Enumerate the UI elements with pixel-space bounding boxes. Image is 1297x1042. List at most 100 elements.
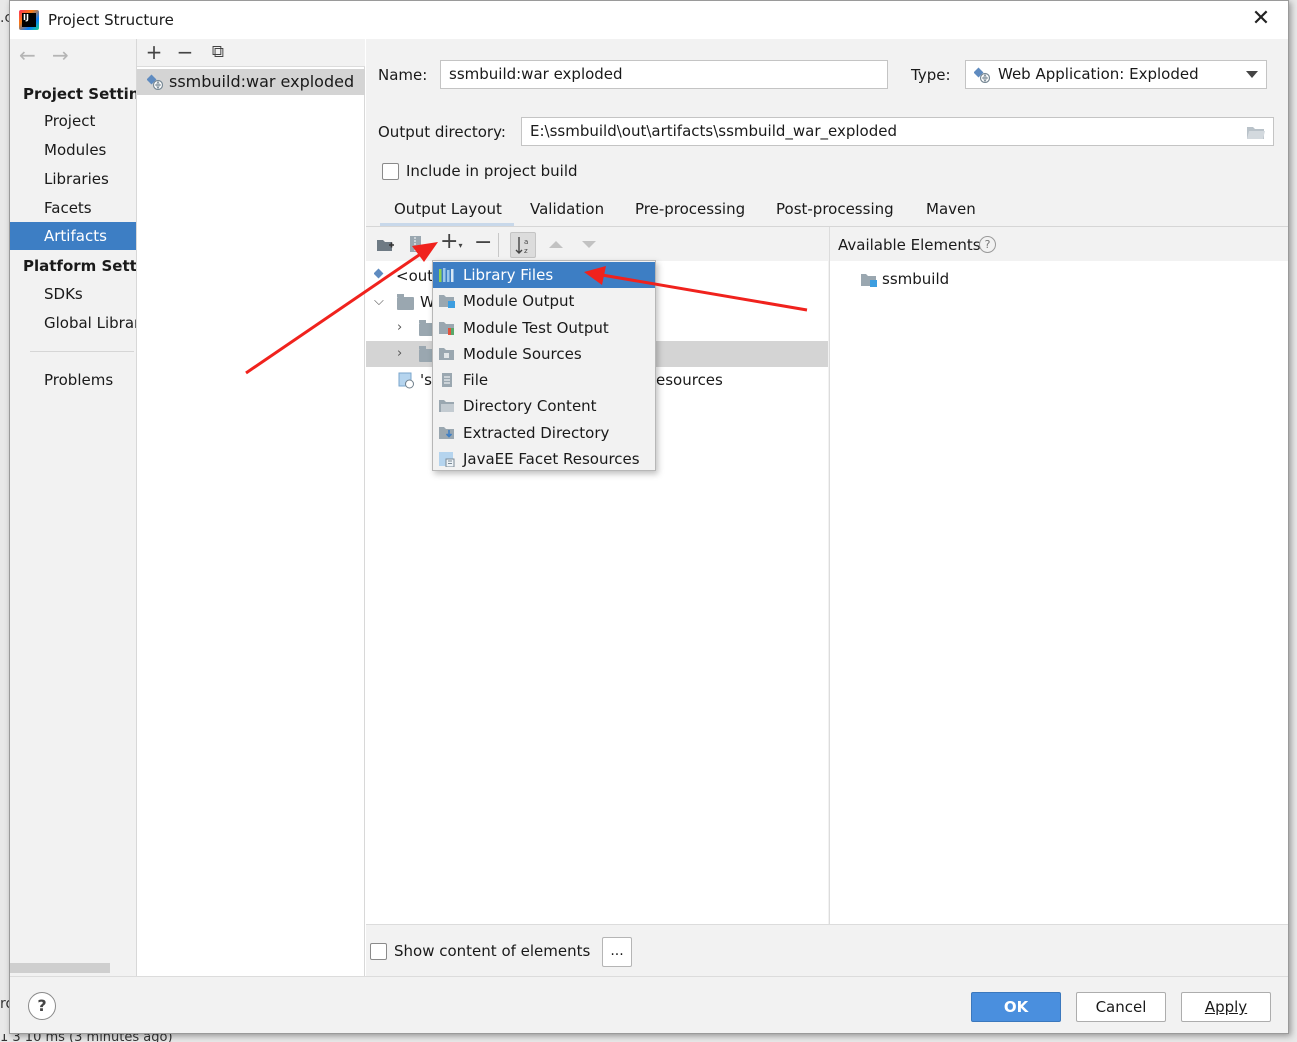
show-content-label: Show content of elements <box>394 942 591 960</box>
tab-validation[interactable]: Validation <box>530 200 604 226</box>
ok-button[interactable]: OK <box>971 992 1061 1022</box>
create-archive-icon[interactable] <box>409 235 423 254</box>
tab-maven[interactable]: Maven <box>926 200 976 226</box>
javaee-facet-icon <box>439 452 455 467</box>
sidebar-item-sdks[interactable]: SDKs <box>10 280 136 308</box>
type-select[interactable]: Web Application: Exploded <box>965 60 1267 89</box>
tree-row-label: <out <box>396 267 434 285</box>
toolbar-separator <box>498 233 499 257</box>
add-element-button[interactable]: +▾ <box>440 229 462 254</box>
artifact-list-pane: + − ⧉ ssmbuild:war exploded <box>136 39 365 976</box>
tree-row-label-tail: esources <box>656 371 723 389</box>
output-directory-field[interactable]: E:\ssmbuild\out\artifacts\ssmbuild_war_e… <box>521 117 1274 146</box>
chevron-down-icon <box>1246 71 1258 78</box>
copy-artifact-button[interactable]: ⧉ <box>206 41 230 65</box>
window-title: Project Structure <box>48 11 174 29</box>
menu-item-label: Module Output <box>463 292 575 310</box>
artifact-list-toolbar: + − ⧉ <box>137 39 365 67</box>
sidebar-item-problems[interactable]: Problems <box>10 366 136 394</box>
chevron-right-icon[interactable]: › <box>397 341 402 367</box>
extracted-directory-icon <box>439 427 454 439</box>
remove-element-button[interactable]: − <box>474 230 492 255</box>
move-up-icon[interactable] <box>549 240 563 249</box>
sidebar-item-libraries[interactable]: Libraries <box>10 165 136 193</box>
menu-item-directory-content[interactable]: Directory Content <box>433 393 655 419</box>
element-settings-button[interactable]: ... <box>602 937 632 967</box>
sidebar-item-global-libraries[interactable]: Global Librar <box>10 309 136 337</box>
cancel-button[interactable]: Cancel <box>1076 992 1166 1022</box>
sidebar-divider <box>30 351 134 352</box>
sort-elements-button[interactable]: a z <box>510 232 536 258</box>
web-artifact-icon <box>147 74 163 90</box>
sidebar-item-artifacts[interactable]: Artifacts <box>10 222 136 250</box>
show-content-row: Show content of elements ... <box>366 924 1288 976</box>
menu-item-label: Directory Content <box>463 397 597 415</box>
help-icon[interactable]: ? <box>979 236 996 253</box>
available-elements-pane: Available Elements ? ssmbuild <box>829 227 1288 924</box>
name-label: Name: <box>378 66 428 84</box>
menu-item-extracted-directory[interactable]: Extracted Directory <box>433 420 655 446</box>
output-layout-toolbar: +▾ − a z <box>366 227 828 261</box>
sidebar-item-project[interactable]: Project <box>10 107 136 135</box>
available-elements-header: Available Elements ? <box>830 227 1288 261</box>
include-in-build-checkbox[interactable] <box>382 163 399 180</box>
menu-item-label: JavaEE Facet Resources <box>463 450 640 468</box>
web-artifact-icon <box>974 67 990 83</box>
available-elements-title: Available Elements <box>838 236 981 254</box>
platform-settings-header: Platform Settin <box>23 257 153 275</box>
folder-icon <box>397 294 414 310</box>
menu-item-javaee-facet-resources[interactable]: JavaEE Facet Resources <box>433 446 655 472</box>
output-directory-label: Output directory: <box>378 123 506 141</box>
dialog-footer: ? OK Cancel Apply <box>10 976 1288 1033</box>
title-bar: IJ Project Structure ✕ <box>10 1 1288 39</box>
menu-item-label: Module Test Output <box>463 319 609 337</box>
forward-arrow-icon[interactable]: → <box>52 43 69 67</box>
menu-item-module-output[interactable]: Module Output <box>433 288 655 314</box>
sort-alphabetically-icon: a z <box>515 237 528 255</box>
menu-item-module-test-output[interactable]: Module Test Output <box>433 315 655 341</box>
menu-item-file[interactable]: File <box>433 367 655 393</box>
artifact-editor: Name: ssmbuild:war exploded Type: Web Ap… <box>366 39 1288 976</box>
type-label: Type: <box>911 66 951 84</box>
web-resources-icon <box>398 372 414 389</box>
chevron-down-icon[interactable]: ⌵ <box>374 289 384 315</box>
module-output-icon <box>439 295 455 308</box>
apply-button[interactable]: Apply <box>1181 992 1271 1022</box>
folder-browse-icon[interactable] <box>1246 125 1266 140</box>
module-icon <box>861 274 877 287</box>
close-icon[interactable]: ✕ <box>1248 7 1274 33</box>
remove-artifact-button[interactable]: − <box>173 41 197 65</box>
tab-post-processing[interactable]: Post-processing <box>776 200 894 226</box>
new-directory-icon[interactable] <box>376 237 395 253</box>
available-element-label: ssmbuild <box>882 270 950 288</box>
sidebar-item-modules[interactable]: Modules <box>10 136 136 164</box>
sidebar-item-facets[interactable]: Facets <box>10 194 136 222</box>
menu-item-library-files[interactable]: Library Files <box>433 262 655 288</box>
svg-text:z: z <box>524 247 528 255</box>
settings-sidebar: ← → Project Setting Project Modules Libr… <box>10 39 153 976</box>
move-down-icon[interactable] <box>582 240 596 249</box>
show-content-checkbox[interactable] <box>370 943 387 960</box>
add-element-menu: Library Files Module Output Module Test … <box>432 260 656 471</box>
intellij-logo-icon: IJ <box>19 10 39 30</box>
tree-row-label: 's <box>420 371 432 389</box>
menu-item-module-sources[interactable]: Module Sources <box>433 341 655 367</box>
artifact-list-item-label: ssmbuild:war exploded <box>169 72 355 91</box>
name-field[interactable]: ssmbuild:war exploded <box>440 60 888 89</box>
output-root-icon <box>374 268 384 279</box>
add-artifact-button[interactable]: + <box>142 41 166 65</box>
library-icon <box>439 268 454 282</box>
type-select-value: Web Application: Exploded <box>998 65 1199 83</box>
chevron-right-icon[interactable]: › <box>397 315 402 341</box>
tab-pre-processing[interactable]: Pre-processing <box>635 200 745 226</box>
back-arrow-icon[interactable]: ← <box>19 43 36 67</box>
module-test-output-icon <box>439 322 454 335</box>
include-in-build-label: Include in project build <box>406 162 578 180</box>
module-sources-icon <box>439 348 454 360</box>
artifact-list-item[interactable]: ssmbuild:war exploded <box>137 69 365 95</box>
project-settings-header: Project Setting <box>23 85 151 103</box>
sidebar-scrollbar[interactable] <box>10 963 110 973</box>
background-status-text: 1 3 10 ms (3 minutes ago) <box>0 1034 173 1042</box>
help-button[interactable]: ? <box>28 992 56 1020</box>
file-icon <box>442 373 452 387</box>
